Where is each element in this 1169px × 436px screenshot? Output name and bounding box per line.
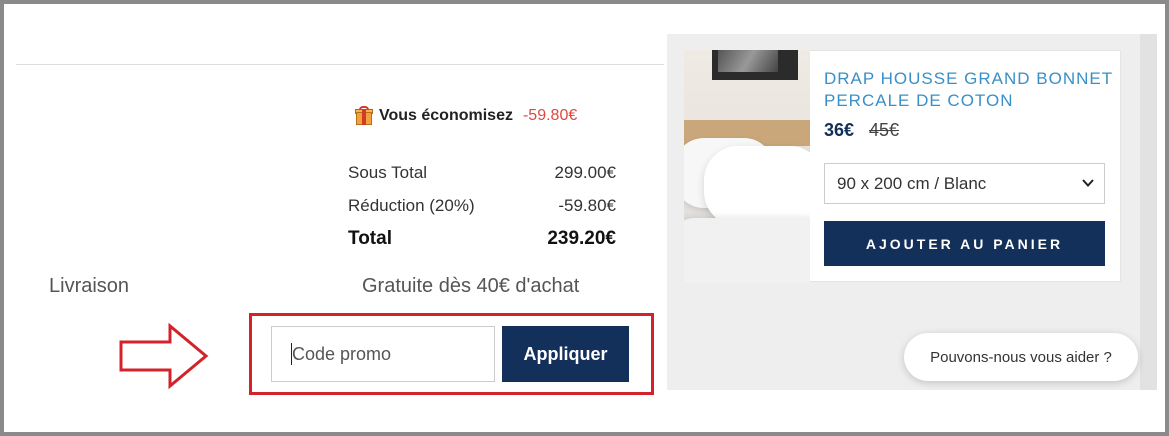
divider [16, 64, 664, 65]
chat-help-bubble[interactable]: Pouvons-nous vous aider ? [904, 333, 1138, 381]
product-price: 36€ [824, 120, 855, 140]
subtotal-row: Sous Total 299.00€ [348, 163, 616, 183]
savings-label: Vous économisez [379, 106, 513, 124]
total-label: Total [348, 228, 392, 249]
subtotal-value: 299.00€ [554, 163, 616, 182]
chevron-down-icon [1082, 179, 1094, 187]
discount-label: Réduction (20%) [348, 196, 475, 215]
chat-prompt-text: Pouvons-nous vous aider ? [930, 348, 1112, 366]
discount-value: -59.80€ [558, 196, 616, 215]
subtotal-label: Sous Total [348, 163, 428, 182]
total-row: Total 239.20€ [348, 228, 616, 250]
savings-amount: -59.80€ [522, 106, 578, 124]
product-old-price: 45€ [869, 120, 900, 140]
side-panel-scrollbar[interactable] [1140, 34, 1157, 390]
total-value: 239.20€ [547, 228, 616, 249]
promo-code-input[interactable] [271, 326, 495, 382]
discount-row: Réduction (20%) -59.80€ [348, 196, 616, 216]
delivery-value: Gratuite dès 40€ d'achat [362, 275, 580, 297]
variant-select[interactable]: 90 x 200 cm / Blanc [824, 163, 1105, 204]
delivery-label: Livraison [49, 275, 130, 297]
add-to-cart-button[interactable]: AJOUTER AU PANIER [824, 221, 1105, 266]
apply-promo-button[interactable]: Appliquer [502, 326, 629, 382]
arrow-right-icon [119, 322, 209, 390]
product-image[interactable] [684, 50, 810, 282]
text-cursor [291, 343, 292, 365]
gift-icon [355, 106, 373, 125]
savings-line: Vous économisez -59.80€ [355, 106, 577, 125]
product-title-link[interactable]: DRAP HOUSSE GRAND BONNET PERCALE DE COTO… [824, 68, 1114, 112]
variant-value: 90 x 200 cm / Blanc [837, 173, 987, 193]
